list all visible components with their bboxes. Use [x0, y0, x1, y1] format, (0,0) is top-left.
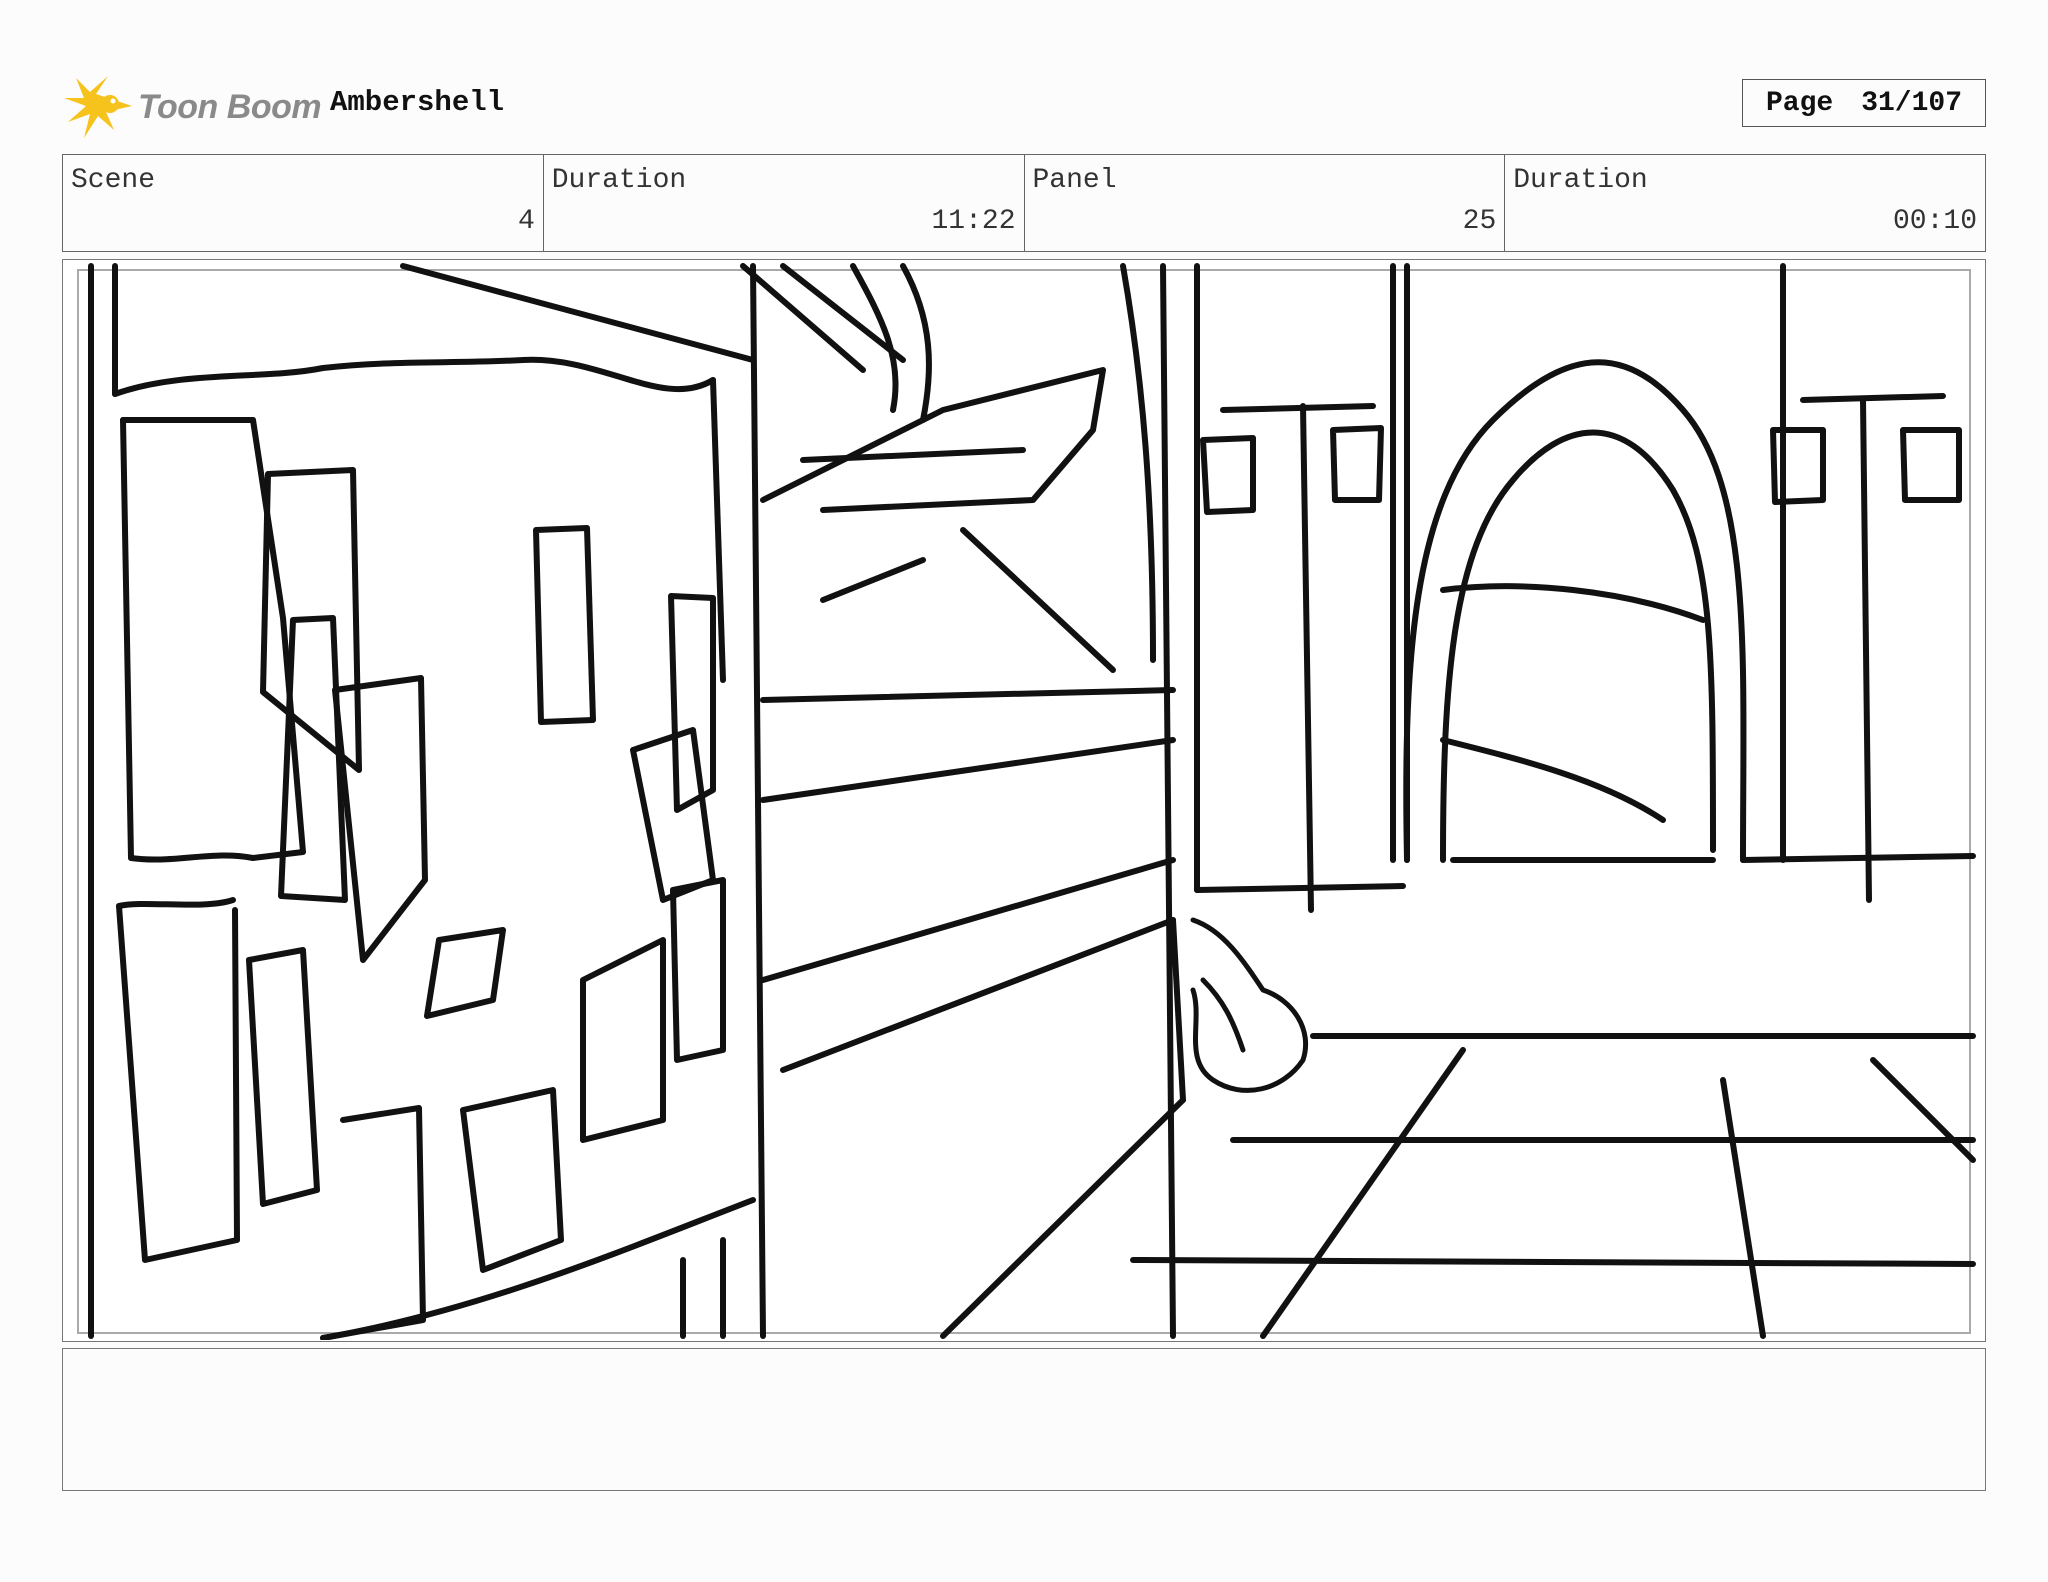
scene-duration-value: 11:22: [931, 206, 1016, 237]
archway: [1194, 263, 1976, 893]
panel-duration-label: Duration: [1513, 165, 1648, 196]
panel-cell: Panel 25: [1025, 155, 1506, 251]
storyboard-panel: [62, 259, 1986, 1342]
panel-value: 25: [1462, 206, 1497, 237]
logo-text: Toon Boom: [138, 87, 322, 126]
panel-duration-cell: Duration 00:10: [1505, 155, 1985, 251]
panel-notes: [62, 1348, 1986, 1491]
scene-label: Scene: [71, 165, 156, 196]
page-label: Page: [1765, 87, 1834, 119]
page-indicator: Page 31/107: [1742, 79, 1986, 127]
notice-board: [88, 263, 766, 1340]
scene-duration-label: Duration: [551, 165, 687, 196]
scene-cell: Scene 4: [63, 155, 544, 251]
lamp-posts: [1200, 393, 1962, 913]
bush: [1190, 917, 1309, 1093]
page-number: 31/107: [1861, 87, 1963, 119]
panel-label: Panel: [1032, 165, 1117, 196]
overhead-beams: [740, 263, 1186, 1339]
panel-info-table: Scene 4 Duration 11:22 Panel 25 Duration…: [62, 154, 1986, 252]
floor-tiles: [1130, 1033, 1976, 1339]
page-header: Toon Boom Ambershell Page 31/107: [62, 72, 1986, 142]
panel-duration-value: 00:10: [1892, 206, 1977, 237]
sketch-drawing: [88, 263, 1976, 1340]
scene-value: 4: [517, 206, 535, 237]
toon-boom-logo: Toon Boom: [62, 72, 322, 142]
project-title: Ambershell: [330, 86, 505, 119]
scene-duration-cell: Duration 11:22: [544, 155, 1025, 251]
star-burst-icon: [64, 76, 132, 138]
